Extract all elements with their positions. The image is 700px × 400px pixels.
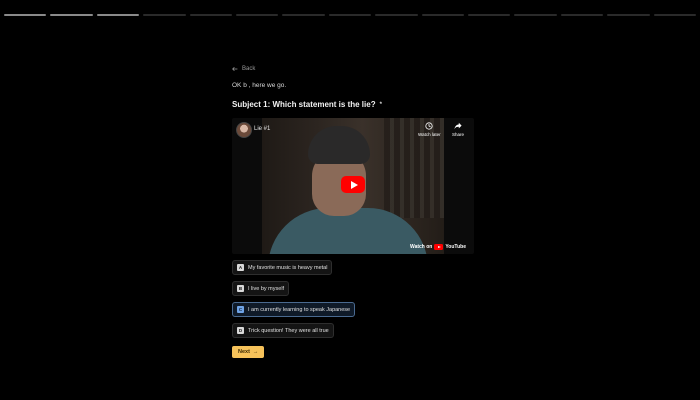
- watch-on-label: Watch on: [410, 244, 433, 250]
- progress-segment: [421, 14, 465, 16]
- next-label: Next: [238, 349, 250, 355]
- form-content: Back OK b , here we go. Subject 1: Which…: [232, 66, 482, 358]
- video-embed[interactable]: Lie #1 Watch later Share Watch on YouTub…: [232, 118, 474, 254]
- answer-option[interactable]: A My favorite music is heavy metal: [232, 260, 333, 275]
- share-icon: [454, 122, 462, 130]
- clock-icon: [425, 122, 433, 130]
- share-label: Share: [452, 132, 465, 137]
- option-key: B: [237, 285, 244, 292]
- progress-segment: [4, 14, 47, 16]
- answer-options: A My favorite music is heavy metal B I live…: [232, 260, 482, 338]
- option-label: Trick question! They were all true: [248, 327, 329, 334]
- option-label: My favorite music is heavy metal: [248, 264, 328, 271]
- progress-bar: [4, 14, 697, 16]
- progress-segment: [468, 14, 511, 16]
- back-button[interactable]: Back: [232, 66, 482, 72]
- required-marker: *: [379, 101, 382, 108]
- progress-segment: [96, 14, 140, 16]
- watch-later-button[interactable]: Watch later: [418, 122, 441, 137]
- option-key: C: [237, 306, 244, 313]
- progress-segment: [282, 14, 325, 16]
- question-text: Subject 1: Which statement is the lie?: [232, 100, 376, 109]
- arrow-left-icon: [232, 66, 238, 72]
- option-label: I live by myself: [248, 285, 285, 292]
- answer-option[interactable]: D Trick question! They were all true: [232, 323, 334, 338]
- progress-segment: [607, 14, 650, 16]
- option-key: A: [237, 264, 244, 271]
- video-thumbnail: [262, 118, 444, 254]
- thumbnail-person-hat: [308, 126, 370, 164]
- progress-segment: [375, 14, 418, 16]
- progress-segment: [328, 14, 372, 16]
- progress-segment: [514, 14, 557, 16]
- watch-later-label: Watch later: [418, 132, 441, 137]
- youtube-logo-icon: [434, 244, 444, 250]
- option-label: I am currently learning to speak Japanes…: [248, 306, 351, 313]
- share-button[interactable]: Share: [452, 122, 464, 137]
- video-title[interactable]: Lie #1: [254, 126, 270, 132]
- arrow-right-icon: →: [252, 349, 259, 355]
- option-key: D: [237, 327, 244, 334]
- channel-avatar[interactable]: [236, 122, 252, 138]
- intro-text: OK b , here we go.: [232, 82, 287, 89]
- back-label: Back: [242, 66, 256, 72]
- progress-segment: [143, 14, 186, 16]
- question-title: Subject 1: Which statement is the lie? *: [232, 100, 482, 109]
- youtube-brand-label: YouTube: [445, 244, 466, 250]
- progress-segment: [236, 14, 279, 16]
- progress-segment: [653, 14, 697, 16]
- progress-segment: [560, 14, 604, 16]
- progress-segment: [50, 14, 93, 16]
- answer-option[interactable]: B I live by myself: [232, 281, 290, 296]
- next-button[interactable]: Next →: [232, 346, 265, 358]
- play-button[interactable]: [341, 176, 365, 193]
- answer-option[interactable]: C I am currently learning to speak Japane…: [232, 302, 356, 317]
- watch-on-youtube-link[interactable]: Watch on YouTube: [410, 244, 466, 250]
- progress-segment: [189, 14, 233, 16]
